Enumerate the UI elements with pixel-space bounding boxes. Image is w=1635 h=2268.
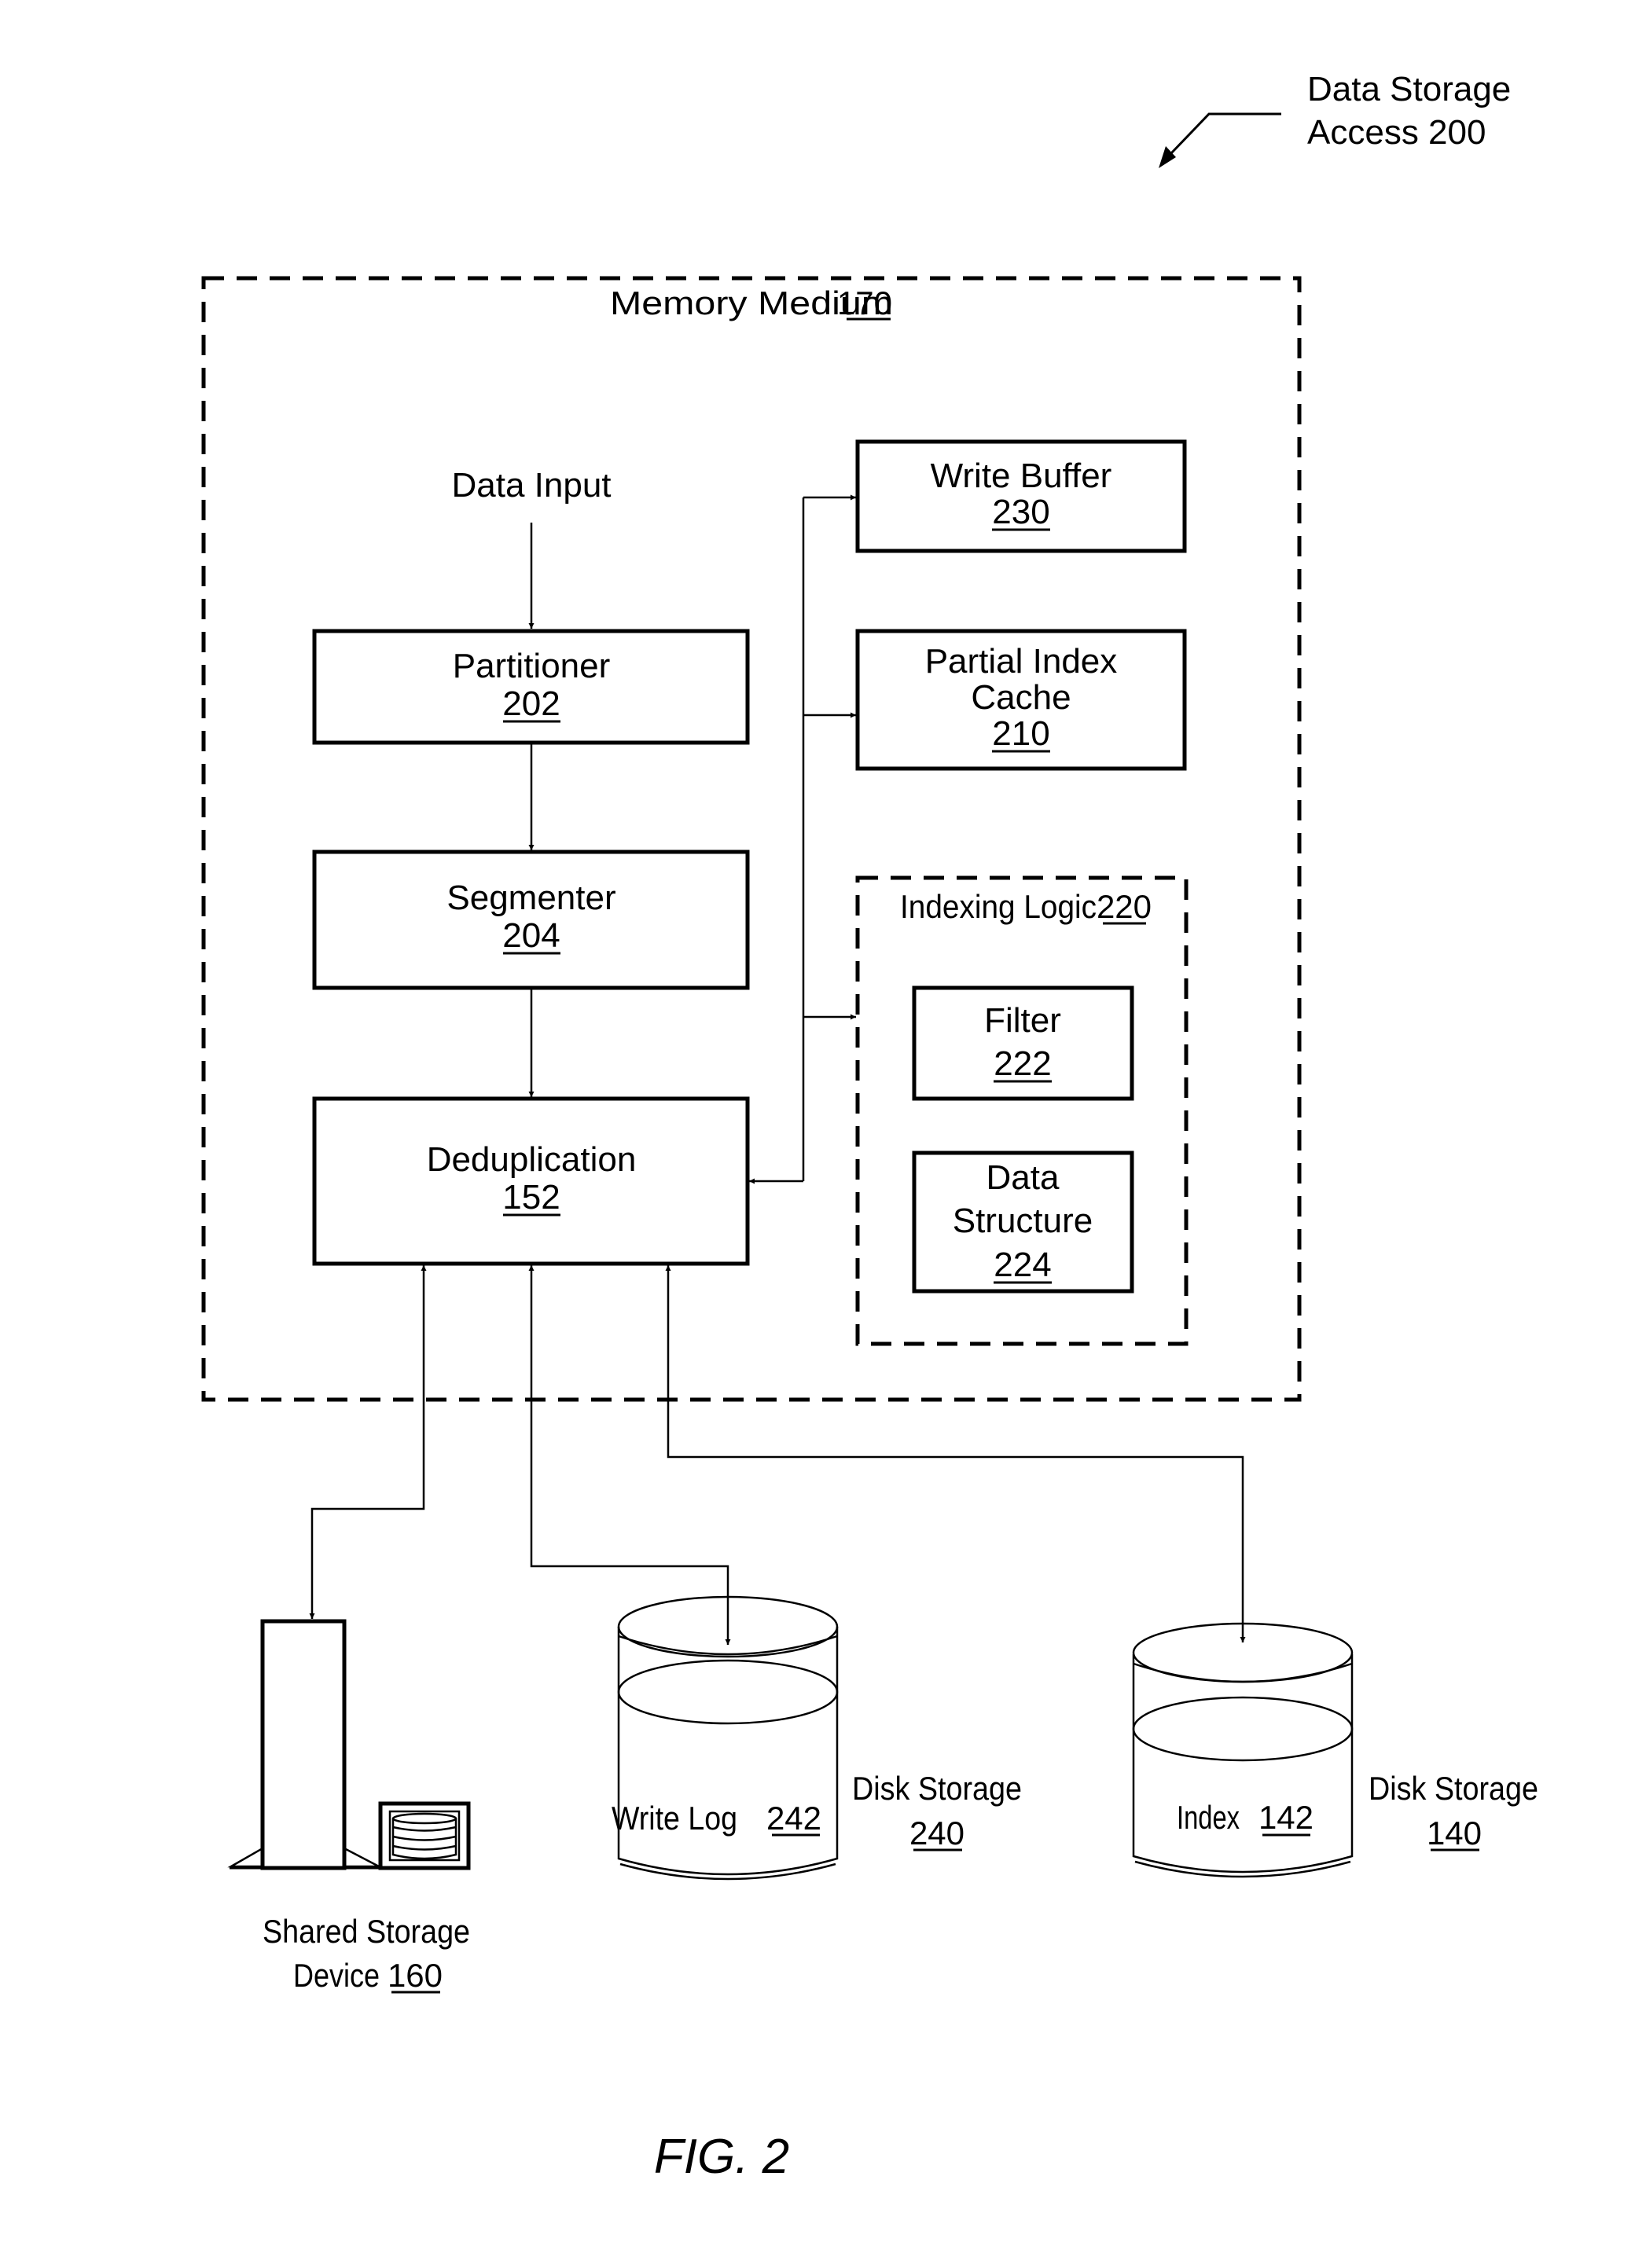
write-buffer-number: 230 (992, 493, 1049, 531)
write-log-label: Write Log (612, 1800, 737, 1837)
data-structure-number: 224 (994, 1246, 1051, 1284)
disk-storage-240[interactable]: Write Log 242 Disk Storage 240 (612, 1595, 1022, 1881)
segmenter-label: Segmenter (446, 879, 615, 917)
cylinder-fill-level (1132, 1696, 1354, 1762)
partitioner-block[interactable]: Partitioner 202 (312, 629, 750, 745)
tower-body (260, 1619, 347, 1870)
filter-number: 222 (994, 1044, 1051, 1083)
shared-storage-label-line2: Device (293, 1957, 380, 1994)
data-structure-label-line2: Structure (953, 1202, 1093, 1240)
cylinder-body (617, 1627, 839, 1876)
disk-storage-140-number: 140 (1427, 1815, 1482, 1851)
cylinder-top-rim (1133, 1662, 1353, 1683)
disk-storage-240-label: Disk Storage (852, 1770, 1022, 1807)
diagram-canvas: Data Storage Access 200 Memory Medium 17… (201, 70, 1538, 2184)
write-buffer-block[interactable]: Write Buffer 230 (855, 439, 1187, 553)
data-structure-block[interactable]: Data Structure 224 (912, 1151, 1134, 1294)
dedup-disk-storage-240-connector (528, 1265, 731, 1645)
index-number: 142 (1258, 1799, 1314, 1836)
database-cylinder-icon (1132, 1622, 1354, 1878)
memory-medium-number: 170 (837, 284, 892, 321)
partial-index-cache-number: 210 (992, 714, 1049, 753)
deduplication-number: 152 (502, 1178, 560, 1217)
cylinder-body (1132, 1654, 1354, 1873)
indexing-logic-label: Indexing Logic (900, 888, 1097, 925)
figure-label: FIG. 2 (654, 2130, 789, 2184)
partitioner-number: 202 (502, 684, 560, 723)
server-tower-icon (227, 1619, 380, 1870)
data-input-label: Data Input (451, 466, 611, 505)
indexing-logic-number: 220 (1097, 888, 1152, 925)
filter-label: Filter (984, 1001, 1061, 1040)
dedup-shared-storage-connector (309, 1265, 427, 1619)
shared-storage-device[interactable]: Shared Storage Device 160 (227, 1619, 471, 1994)
tower-base-right (343, 1846, 380, 1868)
reference-label-line1: Data Storage (1307, 70, 1511, 108)
partitioner-label: Partitioner (453, 647, 611, 685)
segmenter-number: 204 (502, 916, 560, 955)
data-structure-label-line1: Data (987, 1158, 1060, 1197)
reference-label-line2: Access 200 (1307, 113, 1486, 152)
partial-index-cache-block[interactable]: Partial Index Cache 210 (855, 629, 1187, 771)
segmenter-block[interactable]: Segmenter 204 (312, 850, 750, 990)
storage-connectors (309, 1265, 1246, 1645)
write-buffer-label: Write Buffer (931, 457, 1112, 495)
indexing-logic-container[interactable]: Indexing Logic 220 Filter 222 Data Struc… (855, 875, 1189, 1346)
figure-reference: Data Storage Access 200 (1159, 70, 1511, 168)
disk-storage-240-number: 240 (909, 1815, 964, 1851)
filter-block[interactable]: Filter 222 (912, 985, 1134, 1101)
write-log-number: 242 (766, 1800, 821, 1837)
disk-storage-140[interactable]: Index 142 Disk Storage 140 (1132, 1622, 1538, 1878)
deduplication-label: Deduplication (427, 1140, 637, 1179)
partial-index-cache-label-line1: Partial Index (925, 642, 1118, 681)
shared-storage-number: 160 (388, 1957, 443, 1994)
partial-index-cache-label-line2: Cache (971, 678, 1071, 717)
disk-storage-140-label: Disk Storage (1369, 1770, 1538, 1807)
tower-base-left (227, 1846, 264, 1868)
reference-leader-line (1170, 112, 1281, 155)
shared-storage-label-line1: Shared Storage (263, 1913, 470, 1950)
dedup-bus (749, 494, 856, 1184)
deduplication-block[interactable]: Deduplication 152 (312, 1096, 750, 1266)
dedup-disk-storage-140-connector (665, 1265, 1246, 1642)
index-label: Index (1177, 1799, 1240, 1836)
cylinder-fill-level (617, 1659, 839, 1725)
disk-array-icon (378, 1801, 471, 1870)
